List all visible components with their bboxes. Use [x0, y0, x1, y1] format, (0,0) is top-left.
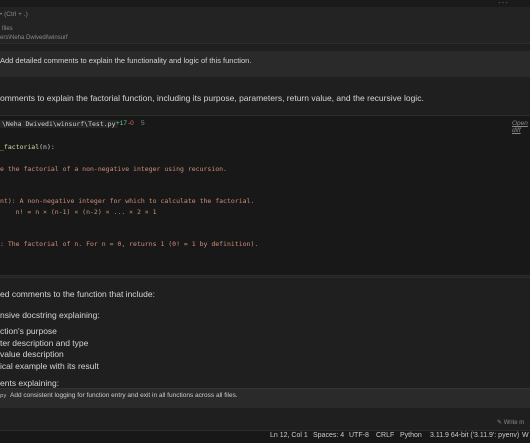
open-diff-link[interactable]: Open diff [512, 120, 530, 134]
diff-deletions: -0 [128, 120, 134, 127]
divider [0, 277, 530, 278]
diff-modifications: 5 [141, 120, 145, 127]
status-cursor-position[interactable]: Ln 12, Col 1 [270, 432, 308, 439]
suggestion-file-tag: py [0, 393, 7, 399]
more-icon[interactable]: ··· [498, 0, 509, 7]
list-item: ter description and type [0, 338, 89, 348]
code-line-docstring-summary: e the factorial of a non-negative intege… [0, 165, 227, 173]
function-params: (n): [39, 143, 55, 151]
function-name: _factorial [0, 143, 40, 151]
status-interpreter[interactable]: 3.11.9 64-bit ('3.11.9': pyenv) [430, 432, 519, 439]
code-block [0, 115, 530, 276]
status-language[interactable]: Python [400, 432, 422, 439]
user-message: Add detailed comments to explain the fun… [0, 56, 252, 65]
code-line-docstring-arg: nt): A non-negative integer for which to… [0, 197, 255, 205]
assistant-summary: ed comments to the function that include… [0, 289, 155, 299]
shortcut-hint: • (Ctrl + .) [0, 11, 28, 18]
code-line-def: _factorial(n): [0, 143, 55, 151]
status-encoding[interactable]: UTF-8 [349, 432, 369, 439]
assistant-intro: omments to explain the factorial functio… [0, 93, 424, 103]
list-item: ction's purpose [0, 326, 57, 336]
diff-additions: +17 [116, 120, 128, 127]
code-line-docstring-return: : The factorial of n. For n = 0, returns… [0, 240, 259, 248]
code-line-docstring-formula: n! = n × (n-1) × (n-2) × ... × 2 × 1 [0, 208, 157, 216]
top-strip: ··· [0, 0, 530, 7]
list-item: ical example with its result [0, 361, 99, 371]
context-header [0, 7, 530, 44]
list-item: value description [0, 349, 64, 359]
suggestion-text[interactable]: Add consistent logging for function entr… [10, 392, 238, 399]
write-mode-toggle[interactable]: ✎ Write m [497, 419, 524, 426]
list-item: ents explaining: [0, 378, 60, 388]
list-item: nsive docstring explaining: [0, 310, 100, 320]
status-eol[interactable]: CRLF [376, 432, 394, 439]
context-path: ers\Neha Dwivedi\winsurf [0, 35, 68, 41]
status-extra-icon[interactable]: W [522, 432, 529, 439]
chat-input[interactable] [0, 408, 530, 430]
file-path[interactable]: \Neha Dwivedi\winsurf\Test.py [0, 120, 118, 128]
context-files-label[interactable]: files [2, 26, 13, 32]
status-indentation[interactable]: Spaces: 4 [313, 432, 344, 439]
